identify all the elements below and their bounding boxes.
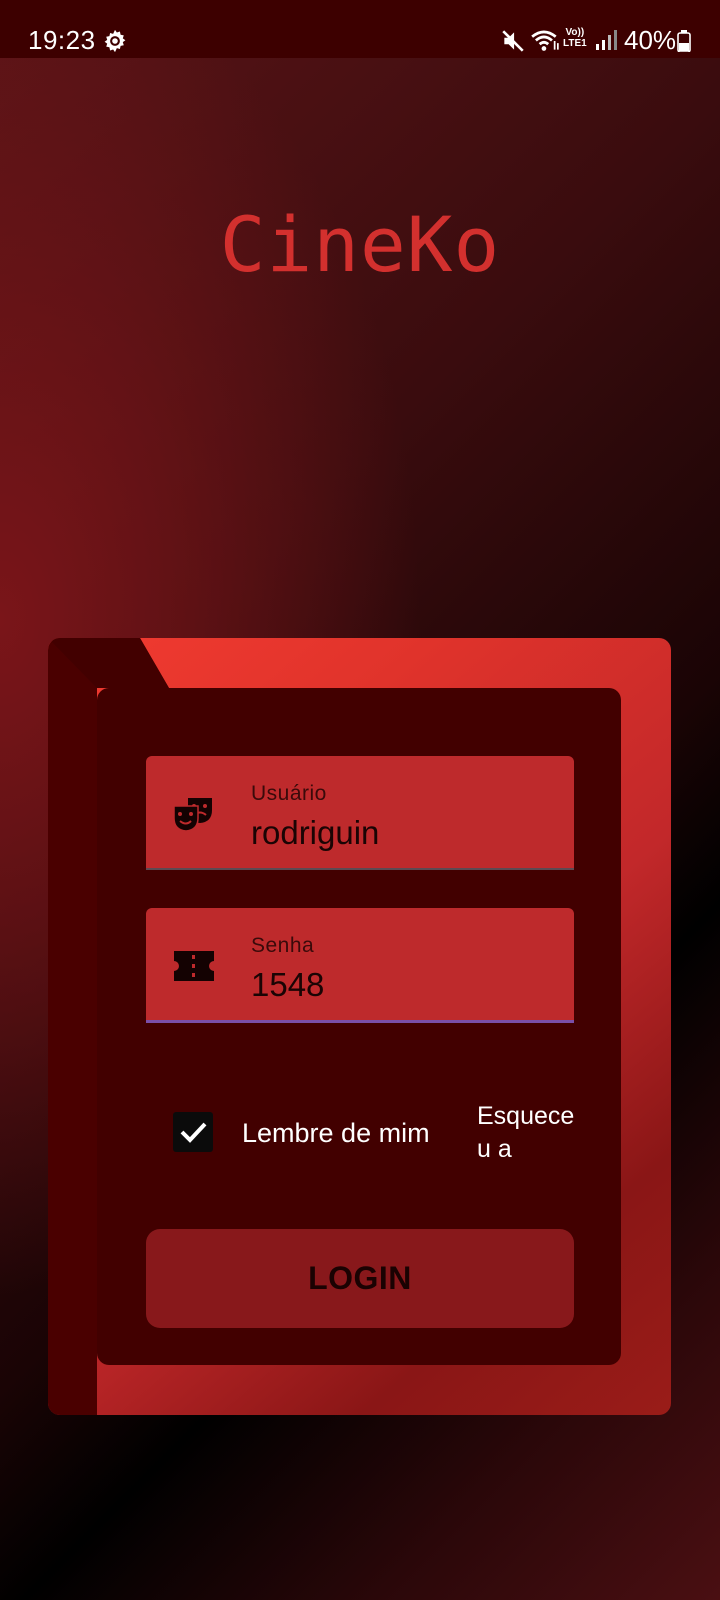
username-label: Usuário (251, 782, 327, 805)
password-input[interactable]: 1548 (251, 966, 324, 1004)
wifi-icon (531, 30, 559, 51)
status-bar: 19:23 Vo)) LTE1 40% (0, 0, 720, 58)
username-input[interactable]: rodriguin (251, 814, 379, 852)
settings-icon (104, 29, 126, 53)
remember-me-checkbox[interactable] (173, 1112, 213, 1152)
password-label: Senha (251, 934, 315, 957)
remember-me-label[interactable]: Lembre de mim (242, 1118, 430, 1149)
password-field[interactable]: Senha 1548 (146, 908, 574, 1023)
app-title: CineKo (219, 200, 501, 289)
mute-icon (502, 30, 524, 52)
battery-icon (677, 30, 691, 52)
login-screen: 19:23 Vo)) LTE1 40% CineKo Usuário rodri… (0, 0, 720, 1600)
signal-icon (596, 30, 617, 50)
battery-percentage: 40% (624, 25, 677, 55)
check-icon (180, 1122, 207, 1143)
theater-masks-icon (173, 798, 212, 832)
username-field[interactable]: Usuário rodriguin (146, 756, 574, 870)
status-time: 19:23 (28, 25, 96, 55)
forgot-password-link[interactable]: Esqueceu a (477, 1100, 577, 1166)
ticket-icon (174, 951, 214, 981)
login-panel: Usuário rodriguin Senha 1548 Lembre de m… (97, 688, 621, 1365)
login-card: Usuário rodriguin Senha 1548 Lembre de m… (48, 638, 671, 1415)
volte-indicator: Vo)) LTE1 (563, 27, 587, 49)
login-button[interactable]: LOGIN (146, 1229, 574, 1328)
